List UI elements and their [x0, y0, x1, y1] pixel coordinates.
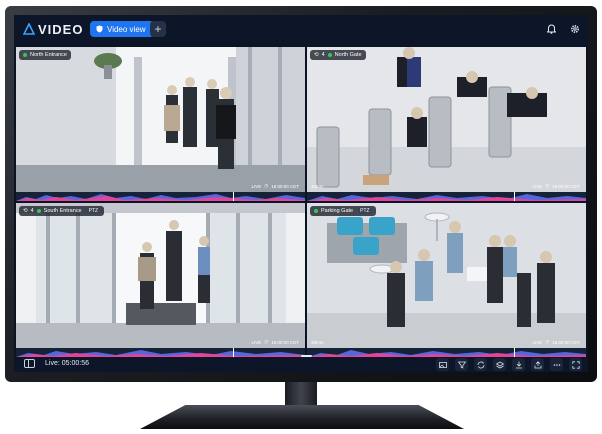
activity-timeline[interactable]	[307, 192, 586, 201]
status-online-dot	[327, 53, 332, 57]
live-indicator: LIVE ◷ 16:00:00 CET	[533, 339, 580, 345]
add-tab-button[interactable]: +	[150, 21, 166, 37]
clock-icon: ◷	[264, 183, 269, 188]
top-right-icons	[544, 22, 582, 36]
live-text: LIVE	[251, 339, 262, 345]
activity-timeline[interactable]	[307, 348, 586, 357]
app-screen: VIDEO Video view + North Entrance LIVE ◷…	[14, 15, 588, 372]
snapshot-button[interactable]	[436, 358, 449, 371]
camera-name: Parking Gate	[321, 208, 354, 214]
live-indicator: LIVE ◷ 16:00:00 CET	[252, 183, 299, 189]
zoom-level: 40mm	[311, 184, 324, 189]
bottom-actions	[436, 358, 582, 371]
camera-tile-north-entrance[interactable]: North Entrance LIVE ◷ 16:00:00 CET	[16, 47, 305, 201]
tab-label: Video view	[107, 24, 146, 34]
camera-tile-north-gate[interactable]: ⟲ 4 North Gate 40mm LIVE ◷ 16:00:00 CET	[307, 47, 586, 201]
settings-button[interactable]	[568, 22, 582, 36]
sync-icon	[477, 361, 484, 368]
triangle-logo-icon	[23, 23, 35, 35]
fullscreen-button[interactable]	[569, 358, 582, 371]
ptz-badge: PTZ	[358, 208, 372, 214]
camera-name-badge: North Entrance	[19, 50, 71, 60]
status-online-dot	[36, 209, 41, 213]
layers-button[interactable]	[493, 358, 506, 371]
filter-icon	[457, 361, 466, 369]
live-indicator: LIVE ◷ 16:00:00 CET	[533, 183, 580, 189]
sync-button[interactable]	[474, 358, 487, 371]
sync-icon: ⟲	[314, 52, 319, 58]
more-button[interactable]	[550, 358, 563, 371]
camera-name-badge: Parking Gate PTZ	[310, 206, 376, 216]
fullscreen-icon	[571, 360, 580, 369]
sync-count: 4	[321, 52, 325, 58]
ptz-badge: PTZ	[86, 208, 101, 214]
clock-icon: ◷	[545, 339, 550, 344]
status-online-dot	[23, 53, 27, 57]
app-logo: VIDEO	[23, 21, 83, 37]
image-icon	[438, 361, 447, 368]
camera-name: North Gate	[334, 52, 362, 58]
status-online-dot	[314, 209, 318, 213]
camera-feed-image	[307, 47, 586, 201]
sync-icon: ⟲	[23, 208, 28, 214]
camera-feed-image	[16, 47, 305, 201]
camera-name-badge: ⟲ 4 South Entrance PTZ	[19, 206, 105, 216]
layers-icon	[495, 361, 504, 368]
live-timestamp: 16:00:00 CET	[271, 183, 299, 189]
live-timestamp: 16:00:00 CET	[552, 183, 580, 189]
bottom-left-group: Live: 05:00:56	[24, 359, 89, 368]
bell-icon	[546, 24, 556, 34]
share-icon	[534, 360, 541, 368]
activity-timeline[interactable]	[16, 192, 305, 201]
camera-tile-parking-gate[interactable]: Parking Gate PTZ 35mm LIVE ◷ 16:00:00 CE…	[307, 203, 586, 357]
activity-timeline[interactable]	[16, 348, 305, 357]
gear-icon	[570, 24, 580, 34]
camera-feed-image	[307, 203, 586, 357]
monitor-stand-base	[140, 405, 464, 429]
clock-icon: ◷	[545, 183, 550, 188]
tv-monitor: VIDEO Video view + North Entrance LIVE ◷…	[5, 6, 597, 382]
live-text: LIVE	[532, 183, 543, 189]
shield-icon	[96, 25, 103, 33]
live-timestamp: 16:00:00 CET	[271, 339, 299, 345]
live-timestamp: 16:00:00 CET	[552, 339, 580, 345]
camera-name: South Entrance	[43, 208, 82, 214]
live-text: LIVE	[251, 183, 262, 189]
app-name: VIDEO	[38, 21, 84, 37]
layout-panel-icon[interactable]	[24, 359, 35, 368]
top-bar: VIDEO Video view +	[14, 15, 588, 45]
camera-name-badge: ⟲ 4 North Gate	[310, 50, 366, 60]
live-text: LIVE	[532, 339, 543, 345]
sync-count: 4	[30, 208, 34, 214]
share-button[interactable]	[531, 358, 544, 371]
bottom-bar: Live: 05:00:56	[14, 357, 588, 372]
download-icon	[515, 361, 522, 368]
camera-feed-image	[16, 203, 305, 357]
plus-icon: +	[154, 22, 162, 36]
download-button[interactable]	[512, 358, 525, 371]
tab-video-view[interactable]: Video view	[90, 21, 154, 37]
zoom-level: 35mm	[311, 340, 324, 345]
live-indicator: LIVE ◷ 16:00:00 CET	[252, 339, 299, 345]
camera-grid: North Entrance LIVE ◷ 16:00:00 CET ⟲ 4 N…	[16, 47, 586, 357]
live-clock: Live: 05:00:56	[45, 360, 89, 367]
notifications-button[interactable]	[544, 22, 558, 36]
more-icon	[553, 363, 560, 366]
filter-button[interactable]	[455, 358, 468, 371]
clock-icon: ◷	[264, 339, 269, 344]
camera-name: North Entrance	[30, 52, 67, 58]
camera-tile-south-entrance[interactable]: ⟲ 4 South Entrance PTZ LIVE ◷ 16:00:00 C…	[16, 203, 305, 357]
